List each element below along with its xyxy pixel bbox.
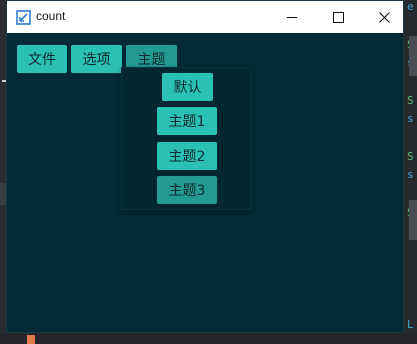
background-editor-right: e S s S s S s S L	[404, 0, 417, 344]
background-text-fragment: e	[407, 0, 414, 13]
background-text-fragment: L	[407, 318, 414, 331]
theme-option-1[interactable]: 主题1	[157, 107, 217, 135]
background-scrollbar	[409, 200, 417, 240]
menu-file-button[interactable]: 文件	[17, 45, 67, 73]
theme-dropdown-menu: 默认 主题1 主题2 主题3	[121, 67, 252, 210]
minimize-icon	[286, 8, 298, 27]
background-file-icon	[27, 335, 35, 344]
background-text-fragment: s	[407, 112, 414, 125]
background-text-fragment: S	[407, 94, 414, 107]
background-text-fragment: s	[407, 168, 414, 181]
menu-options-button[interactable]: 选项	[71, 45, 122, 73]
minimize-button[interactable]	[269, 1, 315, 33]
theme-option-2[interactable]: 主题2	[157, 142, 217, 170]
app-window: count 文件 选项 主题 默认 主题1 主题2 主题3	[6, 0, 404, 333]
app-icon	[16, 10, 31, 25]
background-text-fragment: S	[407, 150, 414, 163]
maximize-button[interactable]	[315, 1, 361, 33]
theme-option-default[interactable]: 默认	[162, 73, 213, 101]
title-bar[interactable]: count	[7, 1, 403, 33]
window-title: count	[36, 9, 66, 23]
maximize-icon	[332, 8, 344, 27]
close-icon	[378, 8, 390, 27]
theme-option-3[interactable]: 主题3	[157, 176, 217, 204]
background-taskbar-strip	[0, 333, 417, 344]
window-client-area: 文件 选项 主题 默认 主题1 主题2 主题3	[7, 33, 403, 332]
background-scrollbar	[409, 36, 417, 76]
close-button[interactable]	[361, 1, 407, 33]
